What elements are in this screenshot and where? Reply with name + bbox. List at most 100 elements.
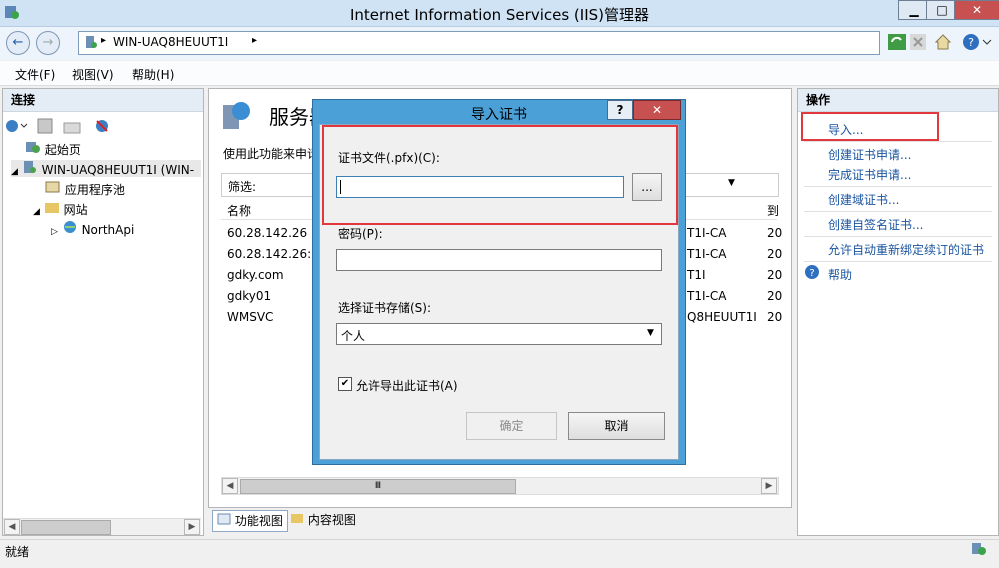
tab-content-view[interactable]: 内容视图 [290,510,356,530]
network-status-icon [970,540,988,559]
browse-button[interactable]: ... [632,173,662,201]
column-header-name[interactable]: 名称 [227,202,251,219]
back-button[interactable]: ← [6,31,30,55]
cert-date: 20 [767,226,783,240]
cert-date: 20 [767,289,783,303]
filter-dropdown-icon[interactable]: ▼ [728,178,735,188]
cert-name: WMSVC [227,310,274,324]
allow-export-label[interactable]: 允许导出此证书(A) [356,377,458,394]
menu-file[interactable]: 文件(F) [15,66,55,83]
cert-name: 60.28.142.26:9 [227,247,319,261]
cert-issuer: Q8HEUUT1I [687,310,757,324]
store-label: 选择证书存储(S): [338,301,432,315]
action-complete-request[interactable]: 完成证书申请... [828,166,911,183]
globe-icon [62,220,78,237]
menu-bar: 文件(F) 视图(V) 帮助(H) [0,61,999,86]
address-field[interactable]: ▸ WIN-UAQ8HEUUT1I ▸ [78,31,880,55]
home-icon[interactable] [934,33,952,54]
scroll-thumb[interactable] [21,520,111,535]
help-icon: ? [804,264,820,283]
dialog-close-button[interactable]: ✕ [633,100,681,120]
collapse-arrow-icon[interactable]: ◢ [33,207,40,217]
connections-hscrollbar[interactable]: ◀ ▶ [3,518,201,535]
tree-item-label: 起始页 [44,143,81,157]
tab-label: 内容视图 [307,513,356,527]
password-input[interactable] [336,249,662,271]
tree-item-label: WIN-UAQ8HEUUT1I (WIN- [41,163,195,177]
scroll-right-icon[interactable]: ▶ [184,519,200,535]
tree-item-label: 网站 [63,203,88,217]
action-create-request[interactable]: 创建证书申请... [828,146,911,163]
actions-panel: 操作 导入... 创建证书申请... 完成证书申请... 创建域证书... 创建… [797,88,999,536]
up-icon[interactable] [63,118,81,137]
path-separator: ▸ [101,35,107,46]
cert-name: gdky01 [227,289,272,303]
action-create-domain-cert[interactable]: 创建域证书... [828,191,899,208]
action-help[interactable]: 帮助 [828,266,852,283]
store-select[interactable]: 个人 ▼ [336,323,662,345]
import-highlight [801,112,939,141]
dialog-help-button[interactable]: ? [607,100,633,120]
action-import[interactable]: 导入... [828,121,863,138]
collapse-arrow-icon[interactable]: ◢ [11,167,18,177]
scroll-left-icon[interactable]: ◀ [222,478,238,494]
connections-toolbar [5,117,201,137]
tree-item-label: 应用程序池 [64,183,125,197]
menu-view[interactable]: 视图(V) [72,66,114,83]
cert-issuer: T1I [687,268,706,282]
expand-arrow-icon[interactable]: ▷ [51,227,58,237]
cert-date: 20 [767,247,783,261]
scroll-left-icon[interactable]: ◀ [4,519,20,535]
connect-icon[interactable] [5,118,29,137]
scroll-right-icon[interactable]: ▶ [761,478,777,494]
app-pool-icon [45,180,61,197]
action-create-self-signed[interactable]: 创建自签名证书... [828,216,923,233]
path-separator-end[interactable]: ▸ [252,35,257,46]
save-icon[interactable] [37,118,53,137]
sites-folder-icon [44,200,60,217]
cancel-button[interactable]: 取消 [568,412,665,440]
address-bar: ← → ▸ WIN-UAQ8HEUUT1I ▸ ? [0,27,999,60]
cert-date: 20 [767,268,783,282]
tree-item-sites[interactable]: ◢ 网站 [33,200,88,218]
actions-header: 操作 [798,89,998,112]
cert-file-label: 证书文件(.pfx)(C): [338,151,440,165]
divider [804,186,992,187]
cert-date: 20 [767,310,783,324]
cert-file-input[interactable] [336,176,624,198]
refresh-icon[interactable] [888,34,906,53]
ok-button[interactable]: 确定 [466,412,557,440]
disconnect-icon[interactable] [93,118,111,137]
status-text: 就绪 [5,545,30,559]
tree-item-server[interactable]: ◢ WIN-UAQ8HEUUT1I (WIN- [11,160,201,177]
tab-features-view[interactable]: 功能视图 [212,510,288,532]
grid-hscrollbar[interactable]: ◀ Ⅲ ▶ [221,477,779,495]
forward-button[interactable]: → [36,31,60,55]
action-auto-rebind[interactable]: 允许自动重新绑定续订的证书 [828,241,984,258]
tree-item-label: NorthApi [81,223,135,237]
svg-text:?: ? [809,268,814,279]
scroll-thumb[interactable]: Ⅲ [240,479,516,494]
close-button[interactable]: ✕ [954,0,999,20]
cert-file-highlight [322,125,678,225]
tab-label: 功能视图 [234,514,283,528]
cert-issuer: T1I-CA [687,247,727,261]
features-view-icon [217,511,231,531]
tree-item-start-page[interactable]: 起始页 [25,140,81,158]
divider [804,236,992,237]
server-icon [84,35,98,52]
cert-issuer: T1I-CA [687,226,727,240]
help-icon[interactable]: ? [962,33,992,54]
connections-header: 连接 [3,89,203,112]
menu-help[interactable]: 帮助(H) [132,66,174,83]
stop-icon[interactable] [910,34,926,53]
divider [804,261,992,262]
cert-name: gdky.com [227,268,284,282]
page-description: 使用此功能来申请 [223,147,320,161]
tree-item-northapi[interactable]: ▷ NorthApi [51,220,134,237]
allow-export-checkbox[interactable]: ✔ [338,377,352,391]
import-certificate-dialog: 导入证书 ? ✕ 证书文件(.pfx)(C): ... 密码(P): 选择证书存… [312,99,686,465]
column-header-issued[interactable]: 到 [767,202,779,219]
chevron-down-icon[interactable]: ▼ [647,328,654,338]
tree-item-app-pools[interactable]: 应用程序池 [45,180,125,198]
